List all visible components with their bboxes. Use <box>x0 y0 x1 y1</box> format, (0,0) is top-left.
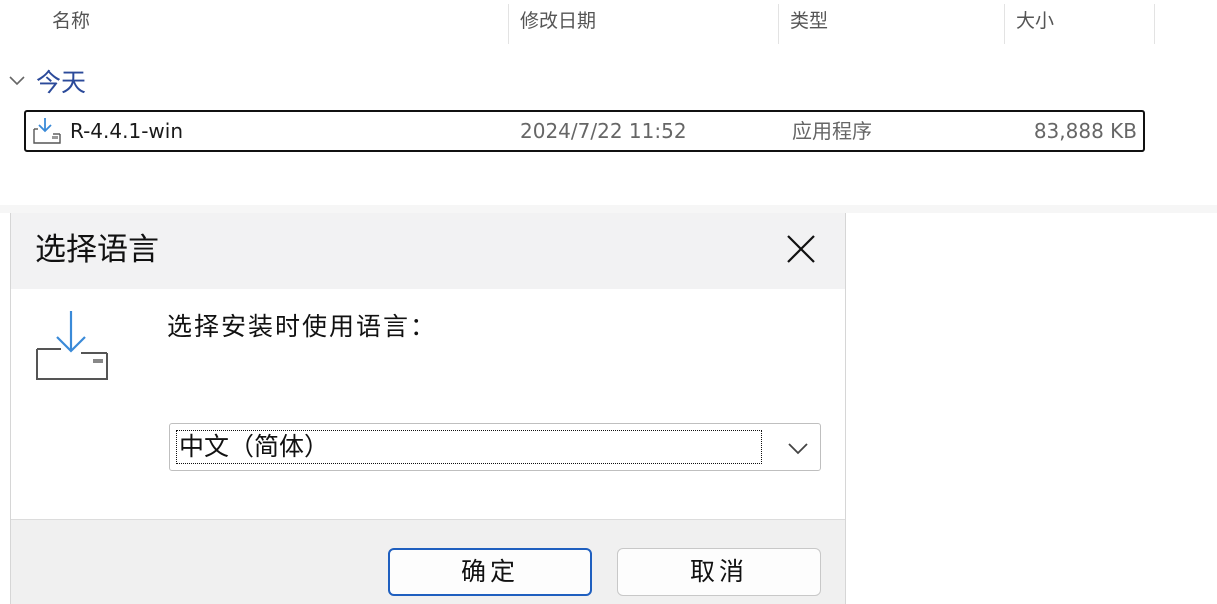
file-row[interactable]: R-4.4.1-win 2024/7/22 11:52 应用程序 83,888 … <box>24 110 1145 152</box>
close-button[interactable] <box>779 227 823 271</box>
column-divider[interactable] <box>508 4 509 44</box>
column-header-type[interactable]: 类型 <box>790 0 828 46</box>
language-select[interactable]: 中文（简体） <box>169 423 821 471</box>
column-divider[interactable] <box>1154 4 1155 44</box>
close-icon <box>787 235 815 263</box>
cancel-button[interactable]: 取消 <box>617 548 821 596</box>
column-header-modified[interactable]: 修改日期 <box>520 0 596 46</box>
dialog-footer: 确定 取消 <box>11 519 845 604</box>
dialog-titlebar[interactable]: 选择语言 <box>11 213 845 289</box>
dialog-title: 选择语言 <box>35 232 159 268</box>
group-title: 今天 <box>36 68 87 97</box>
column-header-size[interactable]: 大小 <box>1016 0 1054 46</box>
file-modified-date: 2024/7/22 11:52 <box>520 119 687 143</box>
installer-download-icon <box>33 118 61 144</box>
column-header-name[interactable]: 名称 <box>52 0 90 46</box>
chevron-down-icon[interactable] <box>786 438 810 458</box>
file-size: 83,888 KB <box>1033 119 1137 143</box>
column-divider[interactable] <box>778 4 779 44</box>
group-header-today[interactable]: 今天 <box>8 62 86 100</box>
file-explorer-pane: 名称 修改日期 类型 大小 今天 R-4.4.1-win 2024/7/22 1… <box>0 0 1217 212</box>
language-select-value: 中文（简体） <box>176 430 762 464</box>
background-area <box>846 213 1217 604</box>
file-name: R-4.4.1-win <box>70 119 183 143</box>
column-divider[interactable] <box>1004 4 1005 44</box>
dialog-body: 选择安装时使用语言： 中文（简体） <box>11 289 845 519</box>
file-type: 应用程序 <box>792 119 872 143</box>
chevron-down-icon[interactable] <box>8 72 30 91</box>
language-prompt: 选择安装时使用语言： <box>167 312 438 341</box>
installer-download-icon <box>36 311 108 380</box>
ok-button[interactable]: 确定 <box>388 548 592 596</box>
select-language-dialog: 选择语言 选择安装时使用语言： 中文（简体） 确定 取消 <box>10 213 846 604</box>
section-divider <box>0 205 1217 213</box>
